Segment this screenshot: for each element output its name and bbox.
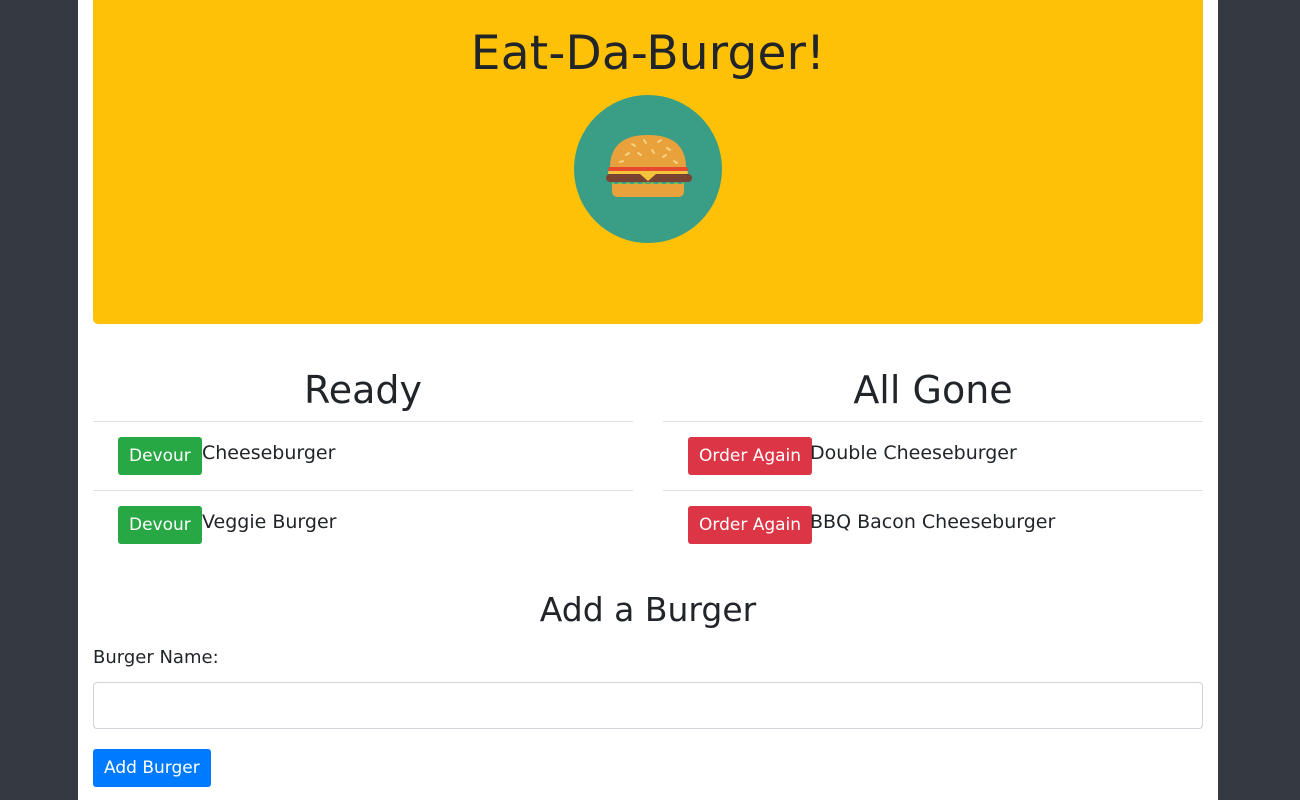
devour-button[interactable]: Devour: [118, 437, 202, 475]
burger-name: Cheeseburger: [202, 442, 336, 464]
burger-icon: [606, 135, 692, 197]
burger-name: Veggie Burger: [202, 511, 337, 533]
burger-name-input[interactable]: [93, 682, 1203, 729]
gone-column: All Gone Order Again Double Cheeseburger…: [663, 355, 1203, 560]
ready-list-item: Devour Cheeseburger: [93, 422, 633, 491]
ready-title: Ready: [93, 355, 633, 422]
page-title: Eat-Da-Burger!: [470, 26, 826, 81]
order-again-button[interactable]: Order Again: [688, 506, 813, 544]
logo: [574, 95, 722, 243]
burger-name: BBQ Bacon Cheeseburger: [810, 511, 1056, 533]
gone-title: All Gone: [663, 355, 1203, 422]
gone-list-item: Order Again BBQ Bacon Cheeseburger: [663, 491, 1203, 560]
add-burger-button[interactable]: Add Burger: [93, 749, 211, 787]
burger-name-label: Burger Name:: [93, 647, 219, 668]
gone-list-item: Order Again Double Cheeseburger: [663, 422, 1203, 491]
burger-name: Double Cheeseburger: [810, 442, 1017, 464]
add-burger-title: Add a Burger: [539, 590, 757, 629]
order-again-button[interactable]: Order Again: [688, 437, 813, 475]
ready-column: Ready Devour Cheeseburger Devour Veggie …: [93, 355, 633, 560]
ready-list-item: Devour Veggie Burger: [93, 491, 633, 560]
header-jumbotron: Eat-Da-Burger!: [93, 0, 1203, 324]
devour-button[interactable]: Devour: [118, 506, 202, 544]
main-container: Eat-Da-Burger! Ready Devour Cheeseburger…: [78, 0, 1218, 800]
